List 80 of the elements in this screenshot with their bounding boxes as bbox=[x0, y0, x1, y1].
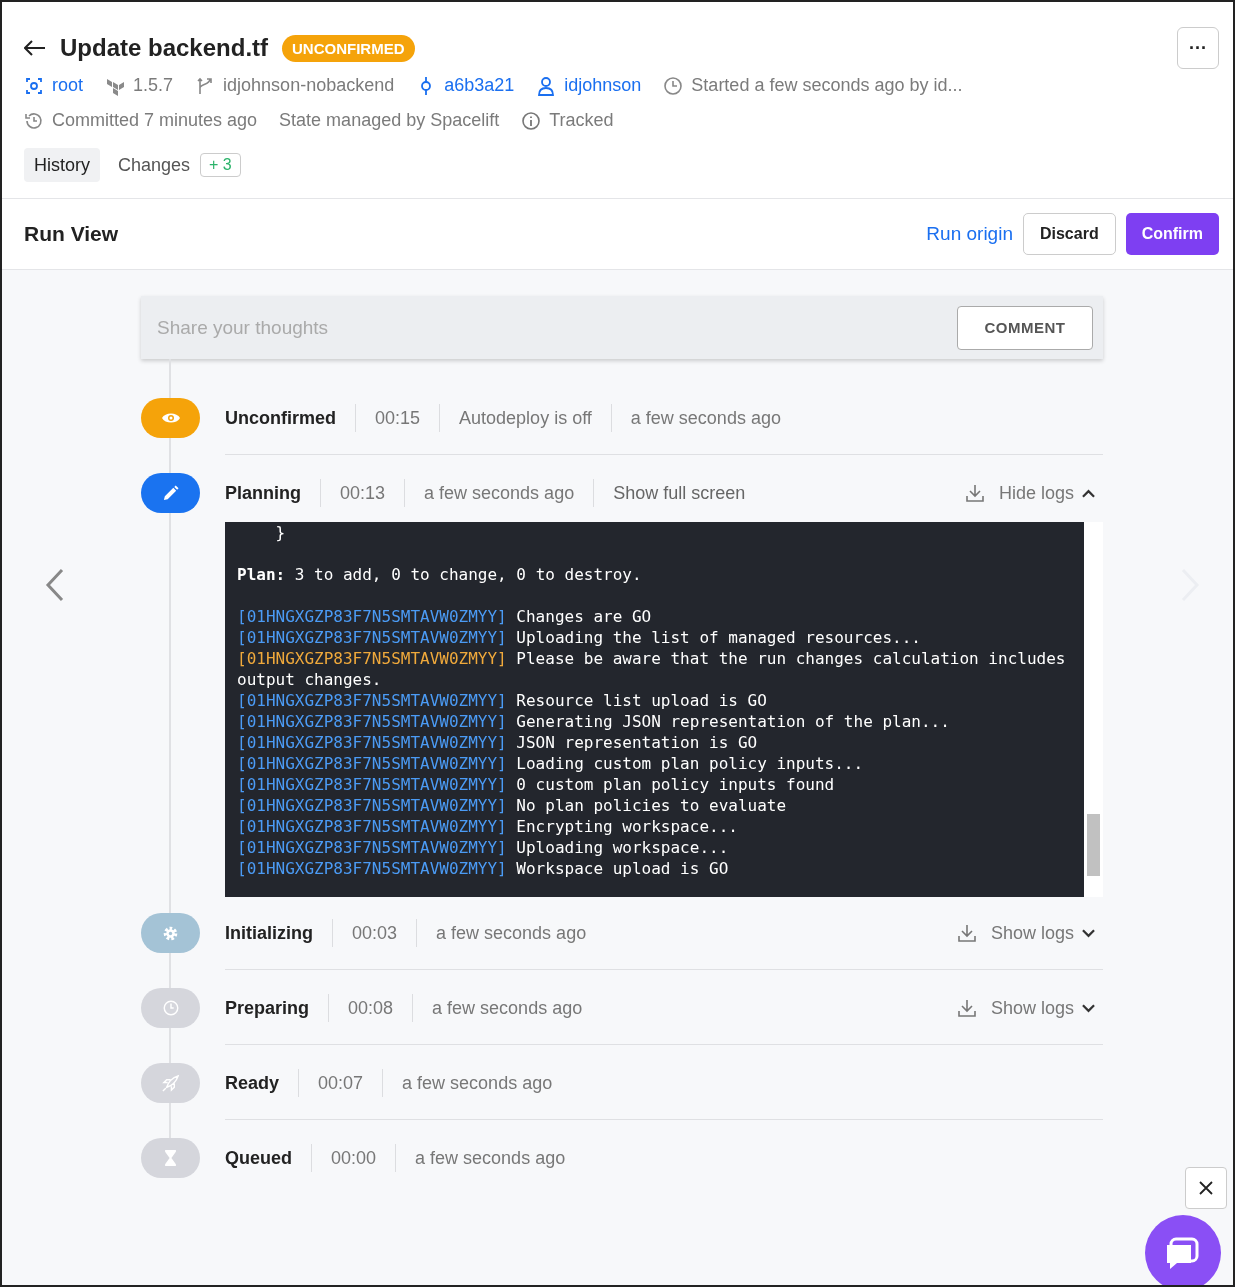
hourglass-icon bbox=[164, 1149, 177, 1167]
pencil-icon bbox=[162, 484, 179, 502]
stage-name: Queued bbox=[225, 1147, 292, 1169]
stage-detail: 00:03 bbox=[352, 922, 398, 944]
rocket-icon bbox=[161, 1073, 180, 1093]
stage-detail: a few seconds ago bbox=[424, 482, 575, 504]
confirm-button[interactable]: Confirm bbox=[1125, 213, 1219, 255]
meta-text: State managed by Spacelift bbox=[279, 110, 500, 131]
full-screen-link[interactable]: Show full screen bbox=[613, 482, 746, 504]
log-line: [01HNGXGZP83F7N5SMTAVW0ZMYY] Uploading the list of managed resources... bbox=[237, 628, 921, 647]
stage-detail: 00:00 bbox=[331, 1147, 377, 1169]
scrollbar[interactable] bbox=[1084, 522, 1103, 897]
log-line: [01HNGXGZP83F7N5SMTAVW0ZMYY] Changes are GO bbox=[237, 607, 652, 626]
user-icon bbox=[536, 75, 557, 96]
close-icon bbox=[1198, 1180, 1214, 1196]
run-title: Update backend.tf bbox=[60, 34, 269, 62]
meta-link[interactable]: root bbox=[52, 75, 84, 96]
log-line: Plan: 3 to add, 0 to change, 0 to destroy. bbox=[237, 565, 642, 584]
chevron-down-icon bbox=[1082, 1003, 1095, 1013]
more-options-button[interactable]: ··· bbox=[1177, 27, 1219, 69]
stage-detail: 00:08 bbox=[348, 997, 394, 1019]
discard-button[interactable]: Discard bbox=[1022, 213, 1116, 255]
log-line: [01HNGXGZP83F7N5SMTAVW0ZMYY] Workspace upload is GO bbox=[237, 859, 729, 878]
log-line: [01HNGXGZP83F7N5SMTAVW0ZMYY] Loading custom plan policy inputs... bbox=[237, 754, 864, 773]
comment-button[interactable]: COMMENT bbox=[957, 305, 1093, 350]
log-line: [01HNGXGZP83F7N5SMTAVW0ZMYY] JSON representation is GO bbox=[237, 733, 758, 752]
status-badge: UNCONFIRMED bbox=[282, 34, 415, 62]
stage-name: Planning bbox=[225, 482, 301, 504]
stage-name: Unconfirmed bbox=[225, 407, 336, 429]
stage-detail: Autodeploy is off bbox=[459, 407, 592, 429]
download-icon[interactable] bbox=[964, 483, 985, 503]
meta-link[interactable]: a6b3a21 bbox=[444, 75, 515, 96]
count-badge: + 3 bbox=[200, 153, 241, 177]
meta-text: 1.5.7 bbox=[133, 75, 174, 96]
stage-detail: a few seconds ago bbox=[402, 1072, 553, 1094]
log-line: [01HNGXGZP83F7N5SMTAVW0ZMYY] 0 custom plan policy inputs found bbox=[237, 775, 835, 794]
download-icon[interactable] bbox=[956, 923, 977, 943]
stage-name: Ready bbox=[225, 1072, 280, 1094]
log-line: [01HNGXGZP83F7N5SMTAVW0ZMYY] Please be aware that the run changes calculation includes output changes. bbox=[237, 649, 1067, 689]
meta-link[interactable]: idjohnson bbox=[564, 75, 642, 96]
gear-icon bbox=[162, 924, 179, 942]
log-line: [01HNGXGZP83F7N5SMTAVW0ZMYY] Resource list upload is GO bbox=[237, 691, 767, 710]
meta-text: idjohnson-nobackend bbox=[223, 75, 395, 96]
meta-text: Started a few seconds ago by id... bbox=[691, 75, 963, 96]
stage-detail: 00:15 bbox=[375, 407, 421, 429]
clock-icon bbox=[161, 999, 180, 1017]
info-icon bbox=[521, 110, 542, 131]
stage-detail: a few seconds ago bbox=[436, 922, 587, 944]
stage-detail: 00:13 bbox=[340, 482, 386, 504]
eye-icon bbox=[160, 411, 181, 425]
meta-text: Committed 7 minutes ago bbox=[52, 110, 258, 131]
stage-detail: a few seconds ago bbox=[432, 997, 583, 1019]
log-line: [01HNGXGZP83F7N5SMTAVW0ZMYY] No plan policies to evaluate bbox=[237, 796, 787, 815]
clock-icon bbox=[663, 75, 684, 96]
chevron-up-icon bbox=[1082, 488, 1095, 498]
log-line: [01HNGXGZP83F7N5SMTAVW0ZMYY] Encrypting workspace... bbox=[237, 817, 738, 836]
log-line: } bbox=[274, 523, 286, 542]
log-line: [01HNGXGZP83F7N5SMTAVW0ZMYY] Uploading workspace... bbox=[237, 838, 729, 857]
chevron-down-icon bbox=[1082, 928, 1095, 938]
download-icon[interactable] bbox=[956, 998, 977, 1018]
previous-chevron-icon[interactable] bbox=[45, 568, 65, 602]
stage-name: Initializing bbox=[225, 922, 313, 944]
back-arrow-icon[interactable] bbox=[24, 40, 46, 56]
meta-text: Tracked bbox=[549, 110, 614, 131]
stage-detail: 00:07 bbox=[318, 1072, 364, 1094]
logs-toggle-button[interactable]: Hide logs bbox=[998, 482, 1103, 504]
log-line: [01HNGXGZP83F7N5SMTAVW0ZMYY] Generating JSON representation of the plan... bbox=[237, 712, 950, 731]
comment-field[interactable]: Share your thoughts bbox=[155, 315, 759, 340]
tab[interactable]: Changes + 3 bbox=[108, 148, 251, 182]
logs-toggle-button[interactable]: Show logs bbox=[990, 922, 1103, 944]
stage-detail: a few seconds ago bbox=[630, 407, 781, 429]
run-origin-link[interactable]: Run origin bbox=[926, 223, 1013, 245]
history-icon bbox=[24, 110, 44, 131]
stage-name: Preparing bbox=[225, 997, 310, 1019]
tab[interactable]: History bbox=[24, 148, 100, 182]
section-title: Run View bbox=[24, 222, 119, 246]
logs-toggle-button[interactable]: Show logs bbox=[990, 997, 1103, 1019]
close-button[interactable] bbox=[1185, 1167, 1227, 1209]
focus-frame-icon bbox=[24, 75, 44, 96]
stage-detail: a few seconds ago bbox=[415, 1147, 566, 1169]
